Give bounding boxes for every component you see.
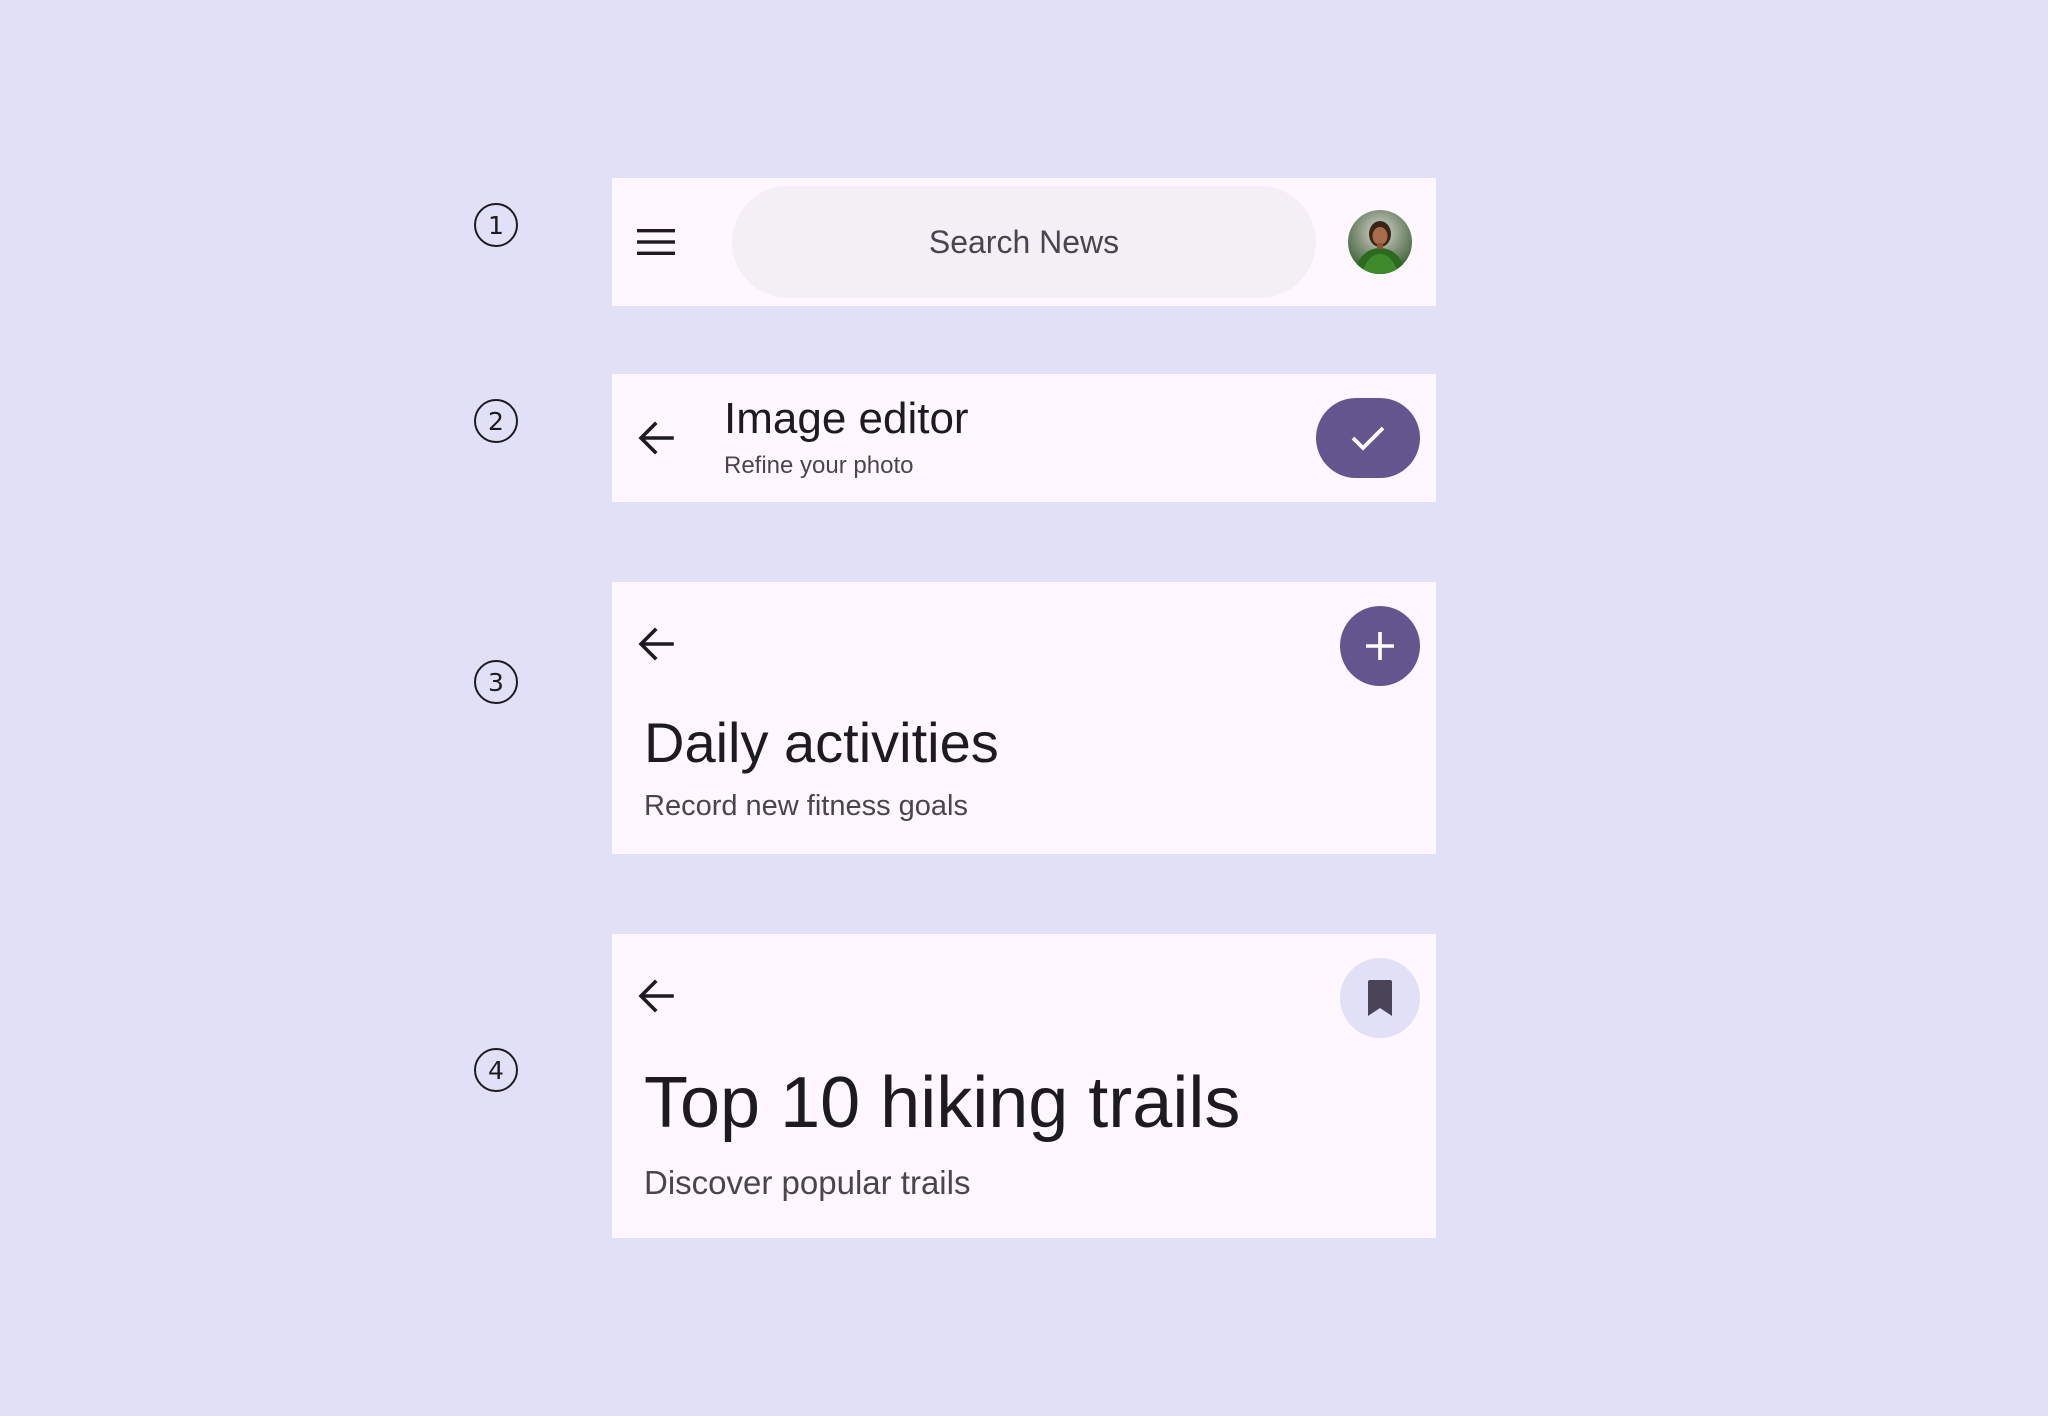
small-app-bar: Image editor Refine your photo (612, 374, 1436, 502)
marker-2: 2 (474, 399, 518, 443)
back-button[interactable] (632, 972, 680, 1020)
page-subtitle: Refine your photo (724, 452, 914, 479)
marker-1: 1 (474, 203, 518, 247)
menu-button[interactable] (632, 218, 680, 266)
back-button[interactable] (632, 620, 680, 668)
check-icon (1351, 426, 1385, 451)
arrow-back-icon (638, 627, 674, 661)
back-button[interactable] (632, 414, 680, 462)
page-title: Top 10 hiking trails (644, 1063, 1241, 1143)
menu-icon (637, 229, 675, 255)
large-app-bar: Top 10 hiking trails Discover popular tr… (612, 934, 1436, 1238)
arrow-back-icon (638, 421, 674, 455)
marker-4: 4 (474, 1048, 518, 1092)
search-app-bar: Search News (612, 178, 1436, 306)
add-icon (1366, 632, 1394, 660)
search-input[interactable]: Search News (732, 186, 1316, 298)
page-title: Image editor (724, 394, 969, 443)
add-button[interactable] (1340, 606, 1420, 686)
avatar-photo (1348, 210, 1412, 274)
search-placeholder: Search News (928, 223, 1120, 260)
avatar[interactable] (1348, 210, 1412, 274)
medium-app-bar: Daily activities Record new fitness goal… (612, 582, 1436, 854)
bookmark-icon (1368, 980, 1392, 1016)
bookmark-button[interactable] (1340, 958, 1420, 1038)
arrow-back-icon (638, 979, 674, 1013)
page-subtitle: Record new fitness goals (644, 790, 968, 822)
page-subtitle: Discover popular trails (644, 1164, 971, 1201)
page-title: Daily activities (644, 711, 999, 774)
confirm-button[interactable] (1316, 398, 1420, 478)
marker-3: 3 (474, 660, 518, 704)
